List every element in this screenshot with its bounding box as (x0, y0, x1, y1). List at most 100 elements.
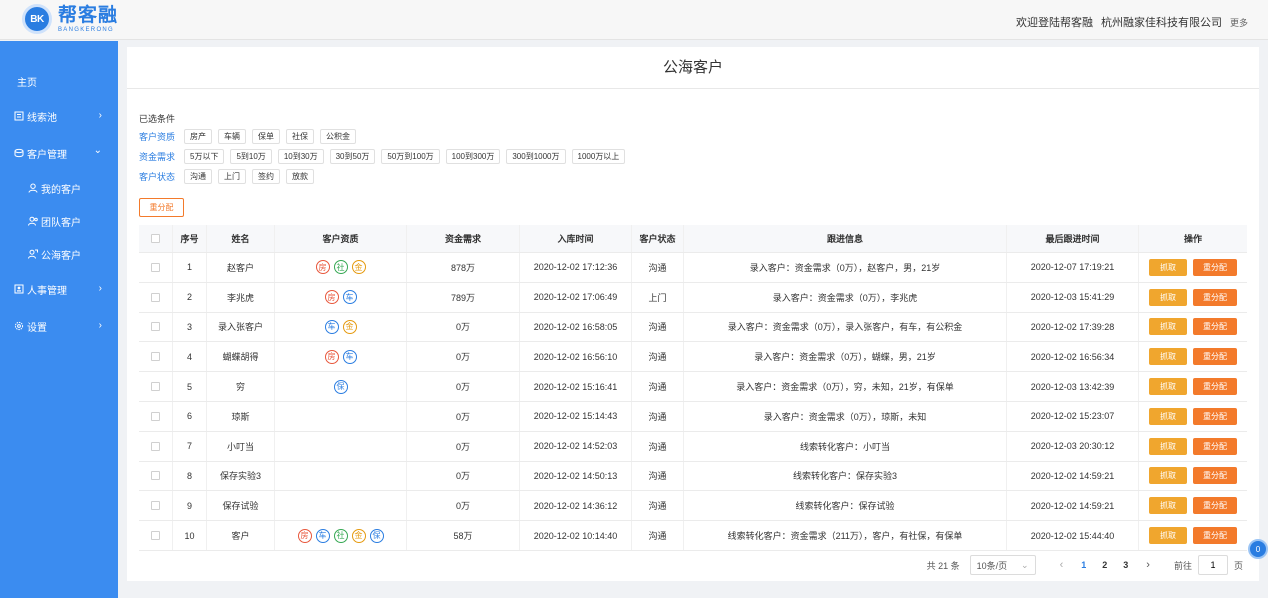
row-number: 6 (173, 401, 207, 431)
filter-chip[interactable]: 社保 (286, 129, 314, 144)
redistribute-button[interactable]: 重分配 (139, 198, 184, 217)
page-number[interactable]: 3 (1123, 560, 1128, 570)
sidebar-item-public-customers[interactable]: 公海客户 (28, 246, 108, 262)
redistribute-row-button[interactable]: 重分配 (1193, 318, 1237, 336)
grab-button[interactable]: 抓取 (1149, 467, 1187, 485)
chevron-right-icon: › (98, 283, 102, 294)
divider (127, 88, 1259, 89)
redistribute-row-button[interactable]: 重分配 (1193, 497, 1237, 515)
qualification-badge: 社 (333, 528, 348, 543)
qualification-badge: 车 (315, 528, 330, 543)
next-page-button[interactable]: › (1146, 559, 1150, 571)
row-checkbox[interactable] (151, 382, 160, 392)
table-row: 1 赵客户房社金 878万 2020-12-02 17:12:36 沟通 录入客户：资金需… (139, 253, 1247, 283)
table-row: 7 小叮当 0万 2020-12-02 14:52:03 沟通 线索转化客户：小叮当 202… (139, 431, 1247, 462)
user-icon (28, 183, 38, 193)
qualification-cell: 房车 (275, 282, 407, 312)
entry-time: 2020-12-02 10:14:40 (520, 521, 632, 550)
filter-chip[interactable]: 30到50万 (329, 149, 376, 164)
grab-button[interactable]: 抓取 (1149, 288, 1187, 306)
sidebar-item-hr[interactable]: 人事管理 › (14, 281, 106, 297)
filter-chip[interactable]: 车辆 (218, 129, 246, 144)
follow-up-info: 线索转化客户：小叮当 (684, 431, 1007, 461)
goto-suffix: 页 (1233, 560, 1243, 571)
filter-chip[interactable]: 放款 (286, 169, 314, 184)
filter-chip[interactable]: 房产 (184, 129, 212, 144)
row-checkbox[interactable] (151, 441, 160, 451)
grab-button[interactable]: 抓取 (1149, 258, 1187, 276)
filter-chip[interactable]: 公积金 (320, 129, 356, 144)
sidebar-item-team-customers[interactable]: 团队客户 (28, 213, 108, 229)
customer-status: 沟通 (632, 253, 684, 282)
row-checkbox[interactable] (151, 411, 160, 421)
follow-up-info: 录入客户：资金需求（0万），赵客户，男，21岁 (684, 253, 1007, 282)
grab-button[interactable]: 抓取 (1149, 348, 1187, 366)
logo[interactable]: BK 帮客融 BANGKERONG (22, 4, 118, 34)
table-header: 序号 姓名 客户资质 资金需求 入库时间 客户状态 跟进信息 最后跟进时间 操作 (139, 225, 1247, 253)
row-checkbox[interactable] (151, 322, 160, 332)
sidebar-item-customers[interactable]: 客户管理 ⌄ (14, 145, 106, 161)
page-number[interactable]: 1 (1081, 560, 1086, 570)
redistribute-row-button[interactable]: 重分配 (1193, 437, 1237, 455)
page-size-select[interactable]: 10条/页 ⌄ (969, 555, 1036, 575)
list-icon (14, 111, 24, 121)
prev-page-button[interactable]: ‹ (1060, 559, 1064, 571)
filter-chip[interactable]: 保单 (252, 129, 280, 144)
public-customers-icon (28, 249, 38, 259)
filter-chip[interactable]: 上门 (218, 169, 246, 184)
sidebar-item-label: 我的客户 (41, 184, 81, 196)
notification-badge-icon[interactable]: 0 (1248, 539, 1268, 559)
row-checkbox[interactable] (151, 471, 160, 481)
redistribute-row-button[interactable]: 重分配 (1193, 407, 1237, 425)
sidebar-item-label: 团队客户 (41, 217, 81, 229)
filter-chip[interactable]: 5万以下 (184, 149, 225, 164)
sidebar-item-my-customers[interactable]: 我的客户 (28, 180, 108, 196)
sidebar-item-label: 公海客户 (41, 250, 81, 262)
filter-chip[interactable]: 沟通 (184, 169, 212, 184)
filter-chip[interactable]: 100到300万 (445, 149, 501, 164)
filter-chip[interactable]: 10到30万 (277, 149, 324, 164)
redistribute-row-button[interactable]: 重分配 (1193, 527, 1237, 545)
filter-chip[interactable]: 50万到100万 (381, 149, 440, 164)
select-all-checkbox[interactable] (151, 234, 160, 243)
sidebar-item-home[interactable]: 主页 (17, 74, 37, 89)
filter-chip[interactable]: 5到10万 (230, 149, 272, 164)
more-link[interactable]: 更多 (1230, 16, 1248, 29)
sidebar-item-leads[interactable]: 线索池 › (14, 108, 106, 124)
row-checkbox[interactable] (151, 531, 160, 541)
welcome-text: 欢迎登陆帮客融 (1015, 17, 1093, 29)
grab-button[interactable]: 抓取 (1149, 437, 1187, 455)
page-number[interactable]: 2 (1102, 560, 1107, 570)
hr-icon (14, 284, 24, 294)
filter-chip[interactable]: 1000万以上 (571, 149, 626, 164)
redistribute-row-button[interactable]: 重分配 (1193, 258, 1237, 276)
last-follow-time: 2020-12-07 17:19:21 (1007, 253, 1139, 282)
logo-badge-icon: BK (22, 4, 52, 34)
grab-button[interactable]: 抓取 (1149, 527, 1187, 545)
filter-chip[interactable]: 300到1000万 (506, 149, 566, 164)
sidebar-item-settings[interactable]: 设置 › (14, 318, 106, 334)
grab-button[interactable]: 抓取 (1149, 318, 1187, 336)
row-number: 1 (173, 253, 207, 282)
filter-chip[interactable]: 签约 (252, 169, 280, 184)
page-size-value: 10条/页 (976, 560, 1008, 571)
grab-button[interactable]: 抓取 (1149, 378, 1187, 396)
main-card: 公海客户 已选条件 客户资质 房产 车辆 保单 社保 公积金 资金需求 5万以下… (127, 47, 1259, 581)
customer-status: 沟通 (632, 342, 684, 372)
redistribute-row-button[interactable]: 重分配 (1193, 467, 1237, 485)
pagination: 共 21 条 10条/页 ⌄ ‹ 1 2 3 › 前往 页 (927, 555, 1243, 575)
redistribute-row-button[interactable]: 重分配 (1193, 378, 1237, 396)
redistribute-row-button[interactable]: 重分配 (1193, 288, 1237, 306)
row-checkbox[interactable] (151, 262, 160, 272)
goto-page-input[interactable] (1197, 555, 1228, 575)
row-checkbox[interactable] (151, 292, 160, 302)
grab-button[interactable]: 抓取 (1149, 407, 1187, 425)
row-number: 7 (173, 431, 207, 461)
row-checkbox[interactable] (151, 501, 160, 511)
sidebar-item-label: 人事管理 (27, 285, 67, 297)
row-checkbox[interactable] (151, 352, 160, 362)
qualification-cell: 车金 (275, 312, 407, 342)
grab-button[interactable]: 抓取 (1149, 497, 1187, 515)
customer-status: 沟通 (632, 372, 684, 401)
redistribute-row-button[interactable]: 重分配 (1193, 348, 1237, 366)
